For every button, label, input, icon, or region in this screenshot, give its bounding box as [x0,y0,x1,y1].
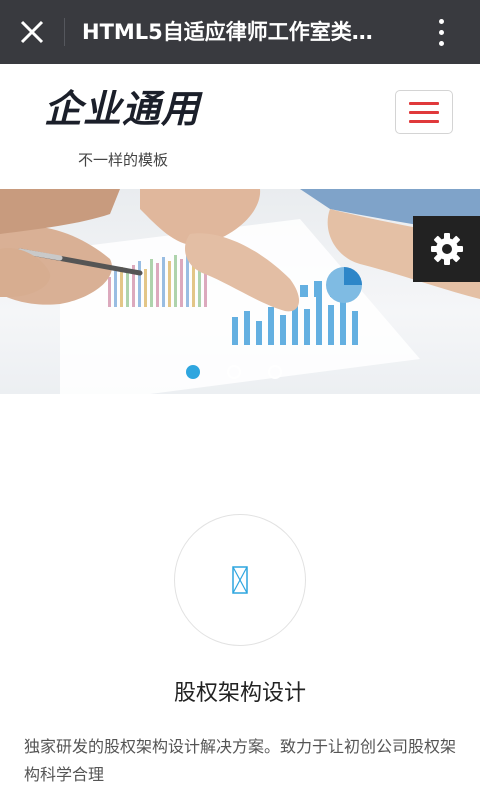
slider-dot-3[interactable] [268,365,282,379]
slider-dot-1[interactable] [186,365,200,379]
page-title: HTML5自适应律师工作室类… [82,20,373,44]
slider-dot-2[interactable] [227,365,241,379]
feature-description: 独家研发的股权架构设计解决方案。致力于让初创公司股权架构科学合理 [24,737,457,784]
close-icon [20,20,44,44]
site-logo[interactable]: 企业通用 [44,78,200,133]
banner-slider[interactable] [0,189,480,394]
slider-pagination [186,365,282,379]
site-tagline: 不一样的模板 [78,151,169,169]
topbar-divider [64,18,65,46]
more-options-button[interactable] [426,14,456,50]
site-header: 企业通用 不一样的模板 [0,64,480,189]
gear-icon [430,233,463,265]
banner-image [0,189,480,394]
close-button[interactable] [14,14,50,50]
more-vertical-icon [438,18,444,24]
hamburger-menu-icon [409,101,439,105]
feature-icon-circle [174,514,306,646]
webview-topbar: HTML5自适应律师工作室类… [0,0,480,64]
broken-image-icon [232,566,248,594]
hamburger-menu-button[interactable] [395,90,453,134]
settings-button[interactable] [413,216,480,282]
feature-title: 股权架构设计 [173,681,306,706]
